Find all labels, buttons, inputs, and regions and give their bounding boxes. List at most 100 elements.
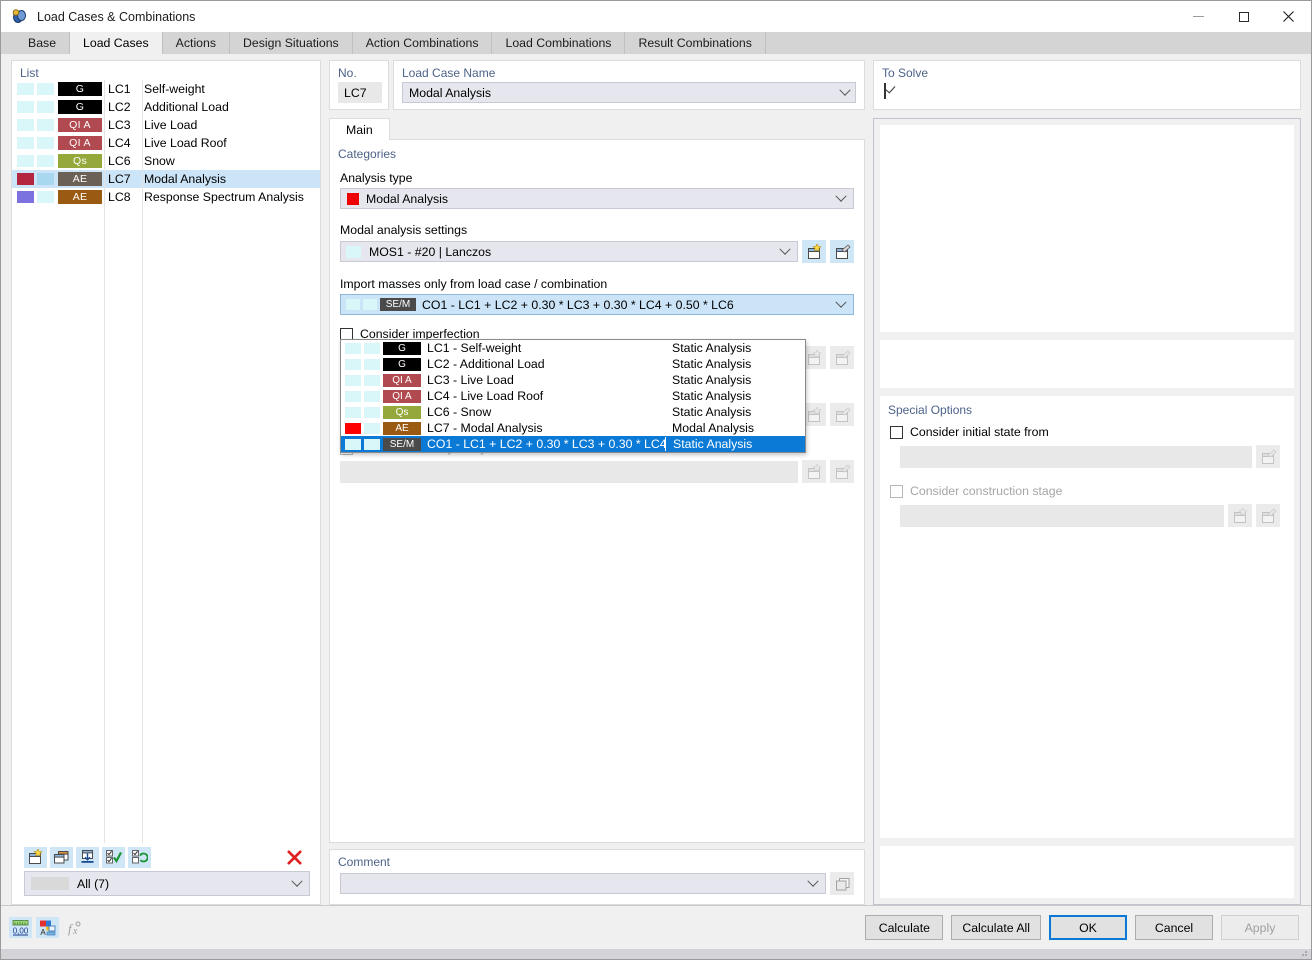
load-case-name: Self-weight <box>144 82 205 96</box>
consider-construction-stage-row: Consider construction stage <box>880 484 1294 498</box>
color-swatch-2 <box>37 155 54 167</box>
dropdown-badge: QI A <box>383 390 421 403</box>
dropdown-swatch-1 <box>345 391 361 402</box>
dropdown-swatch-1 <box>345 343 361 354</box>
chevron-down-icon <box>835 190 846 201</box>
category-badge: QI A <box>58 118 102 132</box>
delete-icon[interactable] <box>283 847 306 868</box>
dropdown-swatch-1 <box>345 439 361 450</box>
list-item[interactable]: QI A LC3 Live Load <box>12 116 320 134</box>
list-item[interactable]: Qs LC6 Snow <box>12 152 320 170</box>
dialog-window: Load Cases & Combinations Base Load Case… <box>0 0 1312 960</box>
right-frame: Special Options Consider initial state f… <box>873 118 1301 905</box>
filter-swatch <box>31 877 69 890</box>
cancel-button[interactable]: Cancel <box>1135 915 1213 940</box>
analysis-type-color-swatch <box>347 193 359 205</box>
modal-settings-combo[interactable]: MOS1 - #20 | Lanczos <box>340 241 798 262</box>
consider-initial-state-row[interactable]: Consider initial state from <box>880 425 1294 439</box>
dropdown-item-type: Static Analysis <box>665 357 805 371</box>
window-title: Load Cases & Combinations <box>37 10 195 24</box>
calculate-all-button[interactable]: Calculate All <box>951 915 1041 940</box>
window-controls <box>1176 1 1311 32</box>
tab-main[interactable]: Main <box>329 118 390 140</box>
ok-button[interactable]: OK <box>1049 915 1127 940</box>
chevron-down-icon <box>807 875 818 886</box>
edit-structure-modification-icon <box>830 403 854 426</box>
tab-base[interactable]: Base <box>15 32 70 54</box>
comment-library-icon[interactable] <box>830 872 854 895</box>
right-blank-area-3 <box>880 846 1294 898</box>
import-masses-swatch-1 <box>346 299 360 310</box>
category-badge: QI A <box>58 136 102 150</box>
import-masses-badge: SE/M <box>380 298 416 311</box>
app-icon <box>11 8 29 26</box>
color-swatch-1 <box>17 155 34 167</box>
minimize-button[interactable] <box>1176 1 1221 32</box>
edit-modal-settings-icon[interactable] <box>830 240 854 263</box>
tab-action-combinations[interactable]: Action Combinations <box>353 32 493 54</box>
title-bar: Load Cases & Combinations <box>1 1 1311 32</box>
formula-icon: f x <box>63 917 86 938</box>
list-filter-combo[interactable]: All (7) <box>24 871 310 896</box>
dropdown-swatch-2 <box>364 407 380 418</box>
list-item[interactable]: G LC2 Additional Load <box>12 98 320 116</box>
new-load-case-icon[interactable] <box>24 847 47 868</box>
color-swatch-1 <box>17 173 34 185</box>
dropdown-swatch-2 <box>364 343 380 354</box>
tab-design-situations[interactable]: Design Situations <box>230 32 353 54</box>
dropdown-badge: AE <box>383 422 421 435</box>
chevron-down-icon <box>839 84 850 95</box>
dropdown-item[interactable]: QI A LC4 - Live Load Roof Static Analysi… <box>341 388 805 404</box>
color-swatch-2 <box>37 137 54 149</box>
color-swatch-1 <box>17 137 34 149</box>
load-case-list[interactable]: G LC1 Self-weight G LC2 Additional Load <box>12 80 320 843</box>
number-panel: No. LC7 <box>329 60 389 110</box>
chevron-down-icon <box>291 875 302 886</box>
category-badge: G <box>58 82 102 96</box>
list-item[interactable]: AE LC8 Response Spectrum Analysis <box>12 188 320 206</box>
display-properties-icon[interactable]: A <box>36 917 59 938</box>
dropdown-item-label: LC4 - Live Load Roof <box>427 389 665 403</box>
consider-initial-state-label: Consider initial state from <box>910 425 1049 439</box>
dropdown-swatch-1 <box>345 359 361 370</box>
load-case-number: LC4 <box>108 136 138 150</box>
dropdown-item[interactable]: QI A LC3 - Live Load Static Analysis <box>341 372 805 388</box>
analysis-type-value: Modal Analysis <box>366 192 448 206</box>
consider-initial-state-checkbox[interactable] <box>890 426 903 439</box>
list-item-selected[interactable]: AE LC7 Modal Analysis <box>12 170 320 188</box>
new-modal-settings-icon[interactable] <box>802 240 826 263</box>
tab-result-combinations[interactable]: Result Combinations <box>625 32 765 54</box>
comment-combo[interactable] <box>340 873 826 894</box>
right-blank-area-1 <box>880 125 1294 332</box>
copy-load-case-icon[interactable] <box>50 847 73 868</box>
resize-grip-icon[interactable] <box>1298 947 1308 957</box>
units-icon[interactable]: 0,00 <box>9 917 32 938</box>
chevron-down-icon <box>779 243 790 254</box>
maximize-button[interactable] <box>1221 1 1266 32</box>
calculate-button[interactable]: Calculate <box>865 915 943 940</box>
list-item[interactable]: G LC1 Self-weight <box>12 80 320 98</box>
import-load-case-icon[interactable] <box>76 847 99 868</box>
dropdown-item-selected[interactable]: SE/M CO1 - LC1 + LC2 + 0.30 * LC3 + 0.30… <box>341 436 805 452</box>
to-solve-checkbox[interactable] <box>884 83 886 99</box>
invert-selection-icon[interactable] <box>128 847 151 868</box>
dropdown-item[interactable]: G LC1 - Self-weight Static Analysis <box>341 340 805 356</box>
import-masses-dropdown-list[interactable]: G LC1 - Self-weight Static Analysis G LC… <box>340 339 806 453</box>
dropdown-swatch-2 <box>364 423 380 434</box>
close-button[interactable] <box>1266 1 1311 32</box>
analysis-type-combo[interactable]: Modal Analysis <box>340 188 854 209</box>
identity-row: No. LC7 Load Case Name Modal Analysis <box>329 60 865 110</box>
to-solve-title: To Solve <box>874 61 1300 80</box>
import-masses-combo[interactable]: SE/M CO1 - LC1 + LC2 + 0.30 * LC3 + 0.30… <box>340 294 854 315</box>
load-case-name-input[interactable]: Modal Analysis <box>402 82 856 103</box>
dropdown-item[interactable]: Qs LC6 - Snow Static Analysis <box>341 404 805 420</box>
dropdown-item[interactable]: AE LC7 - Modal Analysis Modal Analysis <box>341 420 805 436</box>
category-badge: G <box>58 100 102 114</box>
tab-load-combinations[interactable]: Load Combinations <box>492 32 625 54</box>
list-item[interactable]: QI A LC4 Live Load Roof <box>12 134 320 152</box>
tab-load-cases[interactable]: Load Cases <box>70 32 163 54</box>
tab-actions[interactable]: Actions <box>163 32 230 54</box>
dropdown-item[interactable]: G LC2 - Additional Load Static Analysis <box>341 356 805 372</box>
to-solve-checkbox-wrap[interactable] <box>884 84 1300 98</box>
select-all-icon[interactable] <box>102 847 125 868</box>
